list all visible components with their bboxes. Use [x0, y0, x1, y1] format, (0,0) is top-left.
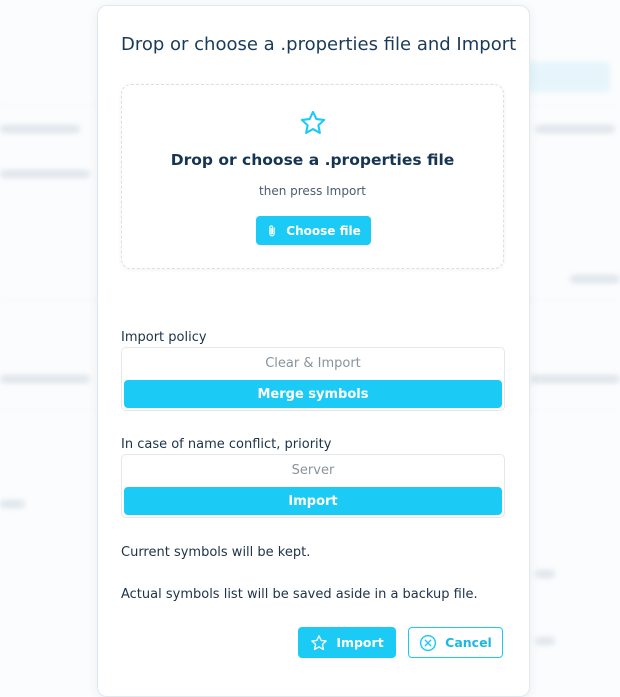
conflict-priority-label: In case of name conflict, priority [121, 437, 332, 452]
file-dropzone[interactable]: Drop or choose a .properties file then p… [121, 84, 504, 269]
option-server[interactable]: Server [124, 456, 502, 484]
option-clear-import[interactable]: Clear & Import [124, 349, 502, 377]
star-icon [310, 634, 328, 652]
info-kept-text: Current symbols will be kept. [121, 545, 311, 560]
dialog-title: Drop or choose a .properties file and Im… [121, 34, 517, 55]
choose-file-button[interactable]: Choose file [256, 216, 371, 245]
import-policy-selector: Clear & Import Merge symbols [121, 347, 505, 411]
cancel-button[interactable]: Cancel [408, 627, 503, 658]
dropzone-title: Drop or choose a .properties file [170, 151, 455, 169]
close-circle-icon [419, 634, 437, 652]
dropzone-subtitle: then press Import [259, 184, 366, 198]
info-backup-text: Actual symbols list will be saved aside … [121, 587, 478, 602]
cancel-button-label: Cancel [445, 635, 492, 650]
option-merge-symbols[interactable]: Merge symbols [124, 380, 502, 408]
import-button-label: Import [336, 635, 384, 650]
import-dialog: Drop or choose a .properties file and Im… [97, 5, 530, 697]
conflict-priority-selector: Server Import [121, 454, 505, 518]
import-policy-label: Import policy [121, 330, 207, 345]
choose-file-label: Choose file [286, 223, 361, 238]
star-icon [299, 109, 327, 137]
paperclip-icon [266, 224, 278, 238]
option-import[interactable]: Import [124, 487, 502, 515]
import-button[interactable]: Import [298, 627, 396, 658]
